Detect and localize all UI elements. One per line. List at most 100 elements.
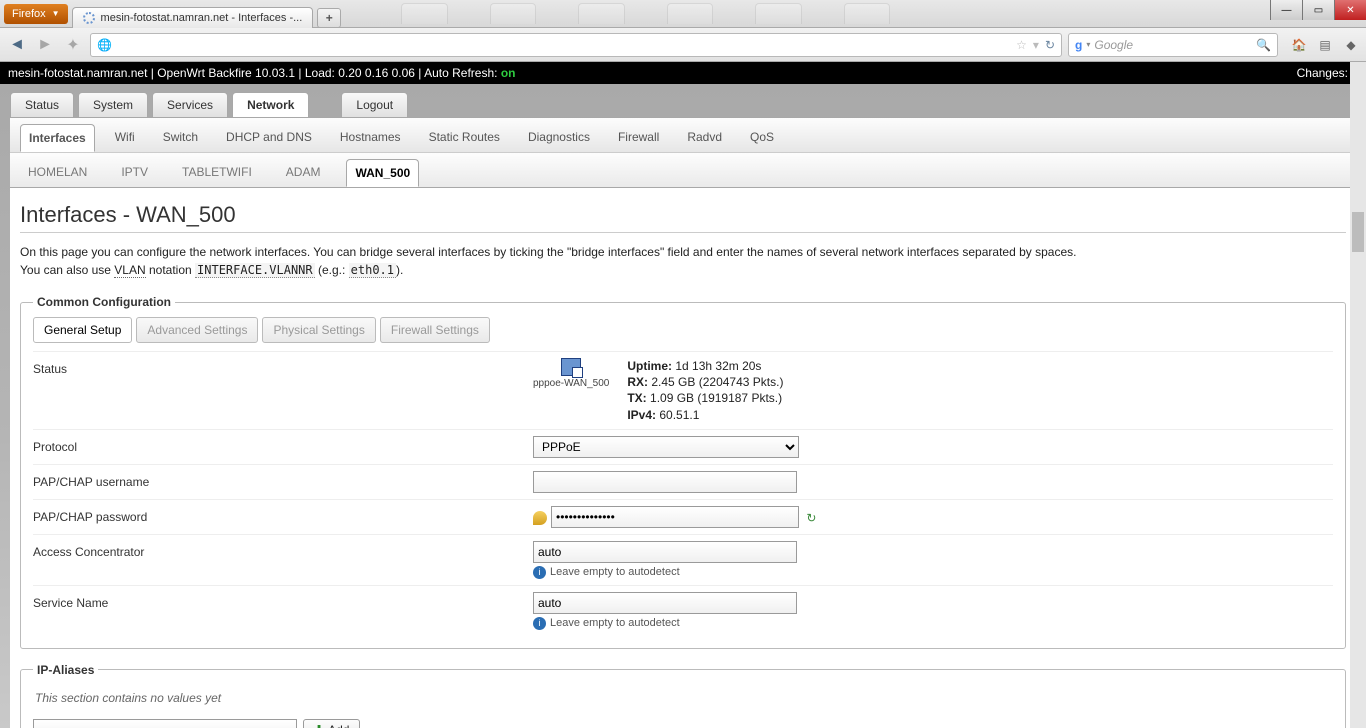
- bg-tab: [755, 3, 801, 24]
- subtab-firewall[interactable]: Firewall: [610, 124, 667, 152]
- firefox-menu-button[interactable]: Firefox ▼: [4, 4, 68, 24]
- subtab-diagnostics[interactable]: Diagnostics: [520, 124, 598, 152]
- luci-header: mesin-fotostat.namran.net | OpenWrt Back…: [0, 62, 1366, 84]
- addon-icon[interactable]: ◆: [1342, 36, 1360, 54]
- auto-refresh-state[interactable]: on: [501, 66, 516, 80]
- search-icon[interactable]: 🔍: [1256, 38, 1271, 52]
- info-icon: i: [533, 617, 546, 630]
- password-input[interactable]: [551, 506, 799, 528]
- status-interface-name: pppoe-WAN_500: [533, 378, 609, 389]
- bg-tab: [578, 3, 624, 24]
- ac-hint: iLeave empty to autodetect: [533, 566, 1333, 579]
- browser-search-field[interactable]: g ▾ Google 🔍: [1068, 33, 1278, 57]
- network-icon: [561, 358, 581, 376]
- bg-tab: [490, 3, 536, 24]
- page-title: Interfaces - WAN_500: [20, 202, 1346, 233]
- tab-services[interactable]: Services: [152, 92, 228, 117]
- aliases-empty-text: This section contains no values yet: [35, 691, 1333, 705]
- add-alias-button[interactable]: ✚Add: [303, 719, 360, 728]
- iface-tab-wan500[interactable]: WAN_500: [346, 159, 419, 187]
- status-interface-icon: pppoe-WAN_500: [533, 358, 609, 389]
- bg-tab: [844, 3, 890, 24]
- page-description: On this page you can configure the netwo…: [20, 243, 1346, 279]
- hostname: mesin-fotostat.namran.net: [8, 66, 147, 80]
- subtab-hostnames[interactable]: Hostnames: [332, 124, 409, 152]
- subtab-dhcp[interactable]: DHCP and DNS: [218, 124, 320, 152]
- firefox-menu-label: Firefox: [12, 8, 46, 20]
- cfg-tab-general[interactable]: General Setup: [33, 317, 132, 343]
- iface-tab-adam[interactable]: ADAM: [278, 159, 329, 187]
- browser-tab-active[interactable]: mesin-fotostat.namran.net - Interfaces -…: [72, 7, 314, 28]
- alias-name-input[interactable]: [33, 719, 297, 728]
- subtab-interfaces[interactable]: Interfaces: [20, 124, 95, 152]
- window-close-button[interactable]: ✕: [1334, 0, 1366, 20]
- changes-count[interactable]: Changes: 0: [1297, 66, 1358, 80]
- main-tabs: Status System Services Network Logout: [10, 92, 1356, 117]
- globe-icon: 🌐: [97, 38, 112, 52]
- scrollbar-thumb[interactable]: [1352, 212, 1364, 252]
- service-input[interactable]: [533, 592, 797, 614]
- config-tabs: General Setup Advanced Settings Physical…: [33, 317, 1333, 343]
- scrollbar-vertical[interactable]: [1350, 62, 1366, 728]
- ac-input[interactable]: [533, 541, 797, 563]
- window-maximize-button[interactable]: ▭: [1302, 0, 1334, 20]
- tab-system[interactable]: System: [78, 92, 148, 117]
- loading-icon: [83, 12, 95, 24]
- username-label: PAP/CHAP username: [33, 471, 533, 493]
- protocol-select[interactable]: PPPoE: [533, 436, 799, 458]
- network-subtabs: Interfaces Wifi Switch DHCP and DNS Host…: [10, 117, 1356, 152]
- window-minimize-button[interactable]: —: [1270, 0, 1302, 20]
- iface-tab-homelan[interactable]: HOMELAN: [20, 159, 95, 187]
- common-configuration-fieldset: Common Configuration General Setup Advan…: [20, 295, 1346, 649]
- plus-icon: ✚: [314, 723, 324, 728]
- username-input[interactable]: [533, 471, 797, 493]
- new-tab-button[interactable]: +: [317, 8, 341, 28]
- ip-aliases-legend: IP-Aliases: [33, 663, 98, 677]
- iface-tab-tabletwifi[interactable]: TABLETWIFI: [174, 159, 260, 187]
- subtab-static-routes[interactable]: Static Routes: [421, 124, 508, 152]
- cfg-tab-firewall[interactable]: Firewall Settings: [380, 317, 490, 343]
- info-icon: i: [533, 566, 546, 579]
- google-icon: g: [1075, 38, 1082, 52]
- forward-button[interactable]: ►: [34, 34, 56, 56]
- page-content: Interfaces - WAN_500 On this page you ca…: [10, 187, 1356, 728]
- status-text: Uptime: 1d 13h 32m 20s RX: 2.45 GB (2204…: [627, 358, 783, 423]
- tab-logout[interactable]: Logout: [341, 92, 408, 117]
- feed-icon[interactable]: ▤: [1316, 36, 1334, 54]
- subtab-switch[interactable]: Switch: [155, 124, 206, 152]
- service-hint: iLeave empty to autodetect: [533, 617, 1333, 630]
- load-label: Load:: [305, 66, 335, 80]
- chevron-down-icon: ▼: [52, 9, 60, 18]
- browser-url-toolbar: ◄ ► ✦ 🌐 ☆ ▾ ↻ g ▾ Google 🔍 🏠 ▤ ◆: [0, 28, 1366, 62]
- back-button[interactable]: ◄: [6, 34, 28, 56]
- ac-label: Access Concentrator: [33, 541, 533, 579]
- load-value: 0.20 0.16 0.06: [338, 66, 415, 80]
- home-icon[interactable]: 🏠: [1290, 36, 1308, 54]
- bg-tab: [401, 3, 447, 24]
- service-label: Service Name: [33, 592, 533, 630]
- auto-refresh-label: Auto Refresh:: [424, 66, 497, 80]
- refresh-icon[interactable]: ↻: [806, 511, 820, 525]
- tab-network[interactable]: Network: [232, 92, 309, 117]
- firmware-version: OpenWrt Backfire 10.03.1: [157, 66, 295, 80]
- ip-aliases-fieldset: IP-Aliases This section contains no valu…: [20, 663, 1346, 728]
- browser-titlebar: Firefox ▼ mesin-fotostat.namran.net - In…: [0, 0, 1366, 28]
- subtab-wifi[interactable]: Wifi: [107, 124, 143, 152]
- subtab-qos[interactable]: QoS: [742, 124, 782, 152]
- reload-icon[interactable]: ↻: [1045, 38, 1055, 52]
- star-icon[interactable]: ☆: [1016, 38, 1027, 52]
- protocol-label: Protocol: [33, 436, 533, 458]
- search-placeholder: Google: [1094, 38, 1133, 52]
- common-config-legend: Common Configuration: [33, 295, 175, 309]
- tab-status[interactable]: Status: [10, 92, 74, 117]
- url-field[interactable]: 🌐 ☆ ▾ ↻: [90, 33, 1062, 57]
- sync-icon[interactable]: ✦: [62, 34, 84, 56]
- iface-tab-iptv[interactable]: IPTV: [113, 159, 156, 187]
- cfg-tab-advanced[interactable]: Advanced Settings: [136, 317, 258, 343]
- window-controls: — ▭ ✕: [1270, 0, 1366, 20]
- subtab-radvd[interactable]: Radvd: [679, 124, 730, 152]
- cfg-tab-physical[interactable]: Physical Settings: [262, 317, 375, 343]
- browser-tab-title: mesin-fotostat.namran.net - Interfaces -…: [101, 12, 303, 24]
- status-label: Status: [33, 358, 533, 423]
- bg-tab: [667, 3, 713, 24]
